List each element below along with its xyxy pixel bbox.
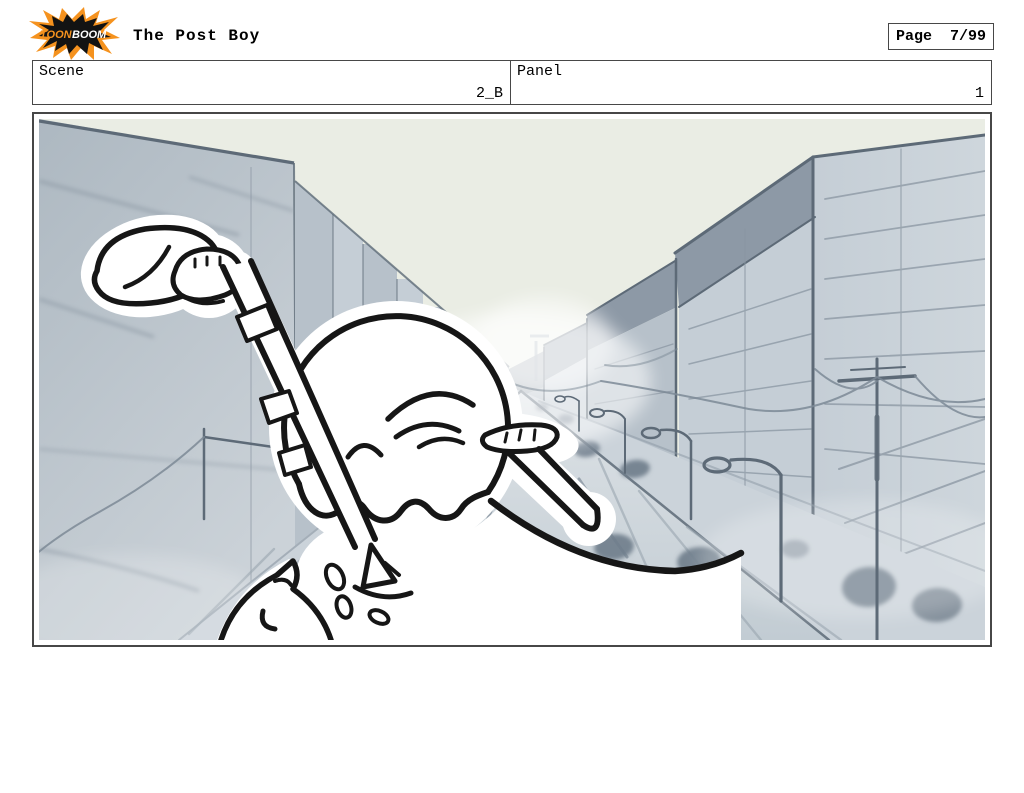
panel-field: Panel 1 [510, 60, 992, 105]
sleeve-patch-2 [277, 443, 313, 477]
storyboard-panel [32, 112, 992, 647]
page-label: Page [896, 28, 933, 45]
panel-value: 1 [974, 85, 984, 102]
scene-field: Scene 2_B [32, 60, 511, 105]
storyboard-drawing [39, 119, 985, 640]
logo-word-toon: TOON [40, 29, 73, 41]
scene-value: 2_B [475, 85, 503, 102]
logo-word-boom: BOOM [72, 29, 107, 41]
info-row: Scene 2_B Panel 1 [32, 60, 992, 105]
scene-label: Scene [39, 63, 85, 80]
page-value: 7/99 [949, 28, 986, 45]
toon-boom-logo: TOON BOOM [29, 7, 120, 60]
page-indicator: Page 7/99 [888, 23, 994, 50]
project-title: The Post Boy [133, 27, 261, 45]
panel-label: Panel [517, 63, 563, 80]
